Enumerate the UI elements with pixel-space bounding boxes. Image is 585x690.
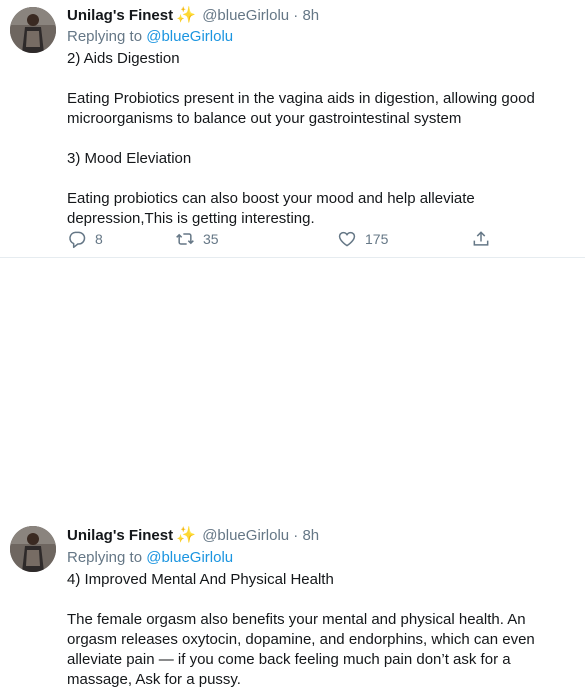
tweet-line: Eating probiotics can also boost your mo… — [67, 190, 475, 227]
tweet-line: The female orgasm also benefits your men… — [67, 611, 535, 688]
author-name[interactable]: Unilag's Finest — [67, 7, 173, 24]
tweet-line: 4) Improved Mental And Physical Health — [67, 571, 334, 588]
author-handle[interactable]: @blueGirlolu — [202, 527, 289, 544]
retweet-count: 35 — [203, 231, 219, 247]
tweet-actions: 8 35 175 — [67, 227, 527, 251]
replying-to: Replying to @blueGirlolu — [67, 548, 233, 568]
avatar[interactable] — [10, 526, 56, 572]
heart-icon — [338, 231, 356, 247]
replying-to-prefix: Replying to — [67, 549, 143, 566]
replying-to-link[interactable]: @blueGirlolu — [146, 28, 233, 45]
tweet-timestamp[interactable]: 8h — [302, 7, 319, 24]
sparkles-emoji: ✨ — [176, 7, 197, 24]
avatar[interactable] — [10, 7, 56, 53]
tweet-header: Unilag's Finest ✨ @blueGirlolu · 8h — [67, 526, 319, 546]
author-name[interactable]: Unilag's Finest — [67, 527, 173, 544]
like-count: 175 — [365, 231, 389, 247]
tweet-header: Unilag's Finest ✨ @blueGirlolu · 8h — [67, 6, 319, 26]
reply-button[interactable]: 8 — [67, 227, 103, 251]
like-button[interactable]: 175 — [337, 227, 388, 251]
tweet[interactable]: Unilag's Finest ✨ @blueGirlolu · 8h Reply… — [0, 258, 585, 688]
sparkles-emoji: ✨ — [176, 527, 197, 544]
tweet-line: 2) Aids Digestion — [67, 50, 180, 67]
retweet-button[interactable]: 35 — [175, 227, 219, 251]
share-button[interactable] — [471, 227, 491, 251]
reply-icon — [69, 231, 86, 249]
replying-to: Replying to @blueGirlolu — [67, 27, 233, 47]
tweet-line: 3) Mood Eleviation — [67, 150, 192, 167]
tweet-text: 2) Aids Digestion Eating Probiotics pres… — [67, 49, 577, 229]
replying-to-link[interactable]: @blueGirlolu — [146, 549, 233, 566]
tweet[interactable]: Unilag's Finest ✨ @blueGirlolu · 8h Reply… — [0, 0, 585, 258]
retweet-icon — [176, 233, 194, 245]
tweet-text: 4) Improved Mental And Physical Health T… — [67, 570, 577, 690]
tweet-line: Eating Probiotics present in the vagina … — [67, 90, 535, 127]
replying-to-prefix: Replying to — [67, 28, 143, 45]
share-icon — [473, 231, 489, 246]
separator-dot: · — [293, 527, 299, 544]
author-handle[interactable]: @blueGirlolu — [202, 7, 289, 24]
tweet-timestamp[interactable]: 8h — [302, 527, 319, 544]
reply-count: 8 — [95, 231, 103, 247]
separator-dot: · — [293, 7, 299, 24]
